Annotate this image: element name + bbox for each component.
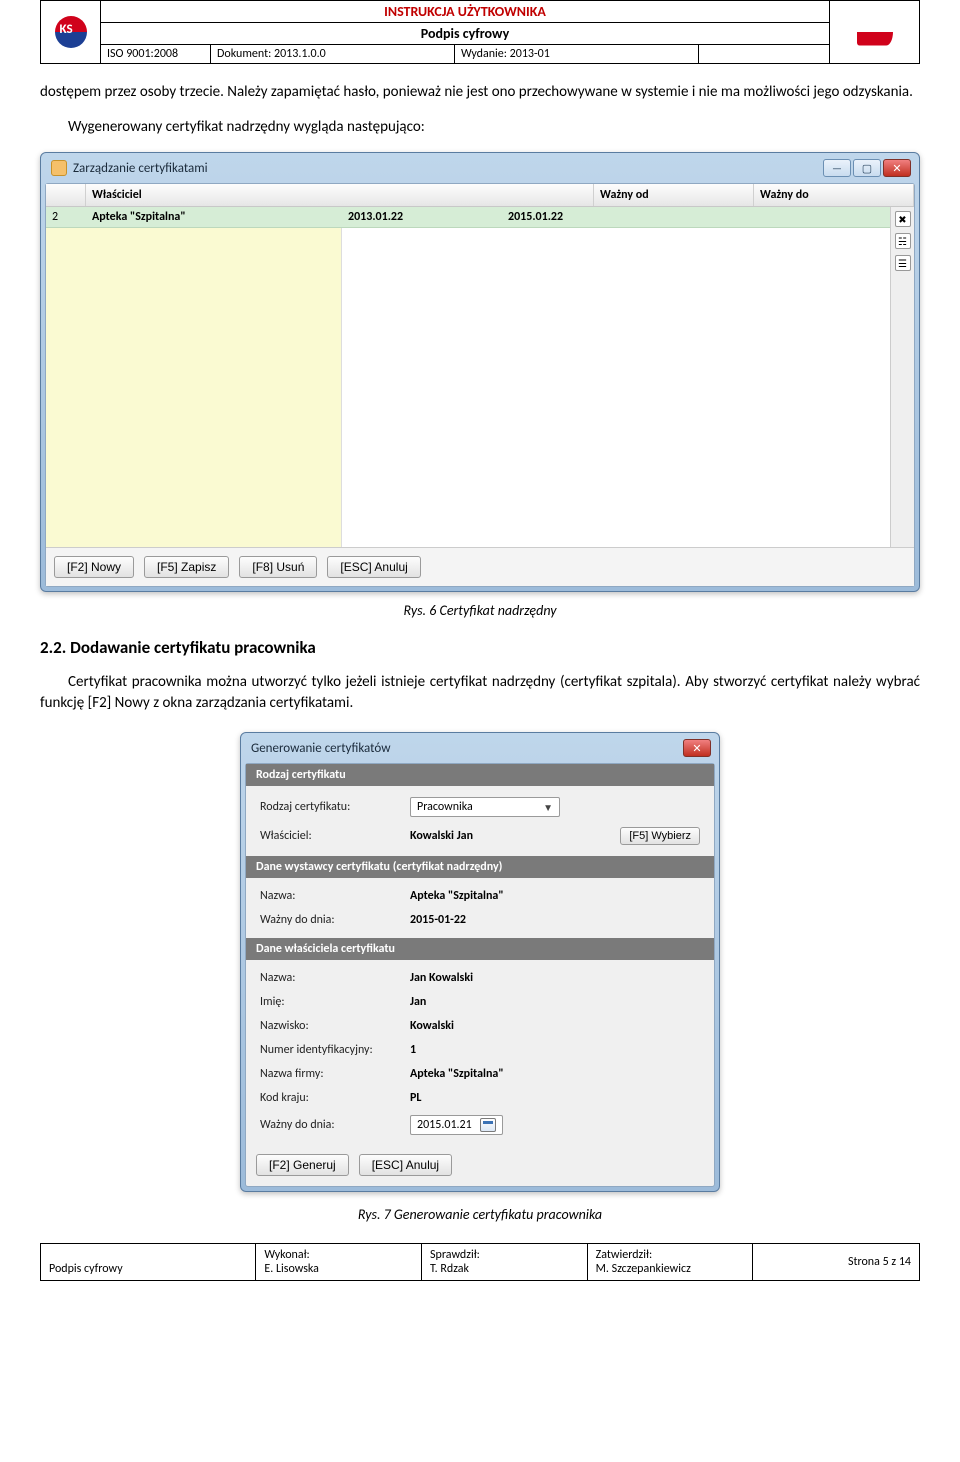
paragraph-1: dostępem przez osoby trzecie. Należy zap… <box>40 82 920 103</box>
footer-author: Wykonał: E. Lisowska <box>256 1244 422 1280</box>
cert-row[interactable]: 2 Apteka "Szpitalna" 2013.01.22 2015.01.… <box>46 207 890 228</box>
esc-cancel-button[interactable]: [ESC] Anuluj <box>327 556 420 578</box>
o-company-label: Nazwa firmy: <box>260 1067 410 1081</box>
o-name-value: Jan Kowalski <box>410 971 610 985</box>
section-owner-data: Dane właściciela certyfikatu <box>246 938 714 960</box>
footer-checked: Sprawdził: T. Rdzak <box>422 1244 588 1280</box>
cert-row-num: 2 <box>46 210 86 224</box>
section-issuer: Dane wystawcy certyfikatu (certyfikat na… <box>246 856 714 878</box>
issuer-name-label: Nazwa: <box>260 889 410 903</box>
o-first-label: Imię: <box>260 995 410 1009</box>
o-company-value: Apteka "Szpitalna" <box>410 1067 610 1081</box>
o-id-value: 1 <box>410 1043 610 1057</box>
paragraph-3: Certyfikat pracownika można utworzyć tyl… <box>40 672 920 714</box>
esc-cancel-dialog-button[interactable]: [ESC] Anuluj <box>359 1154 452 1176</box>
section-kind: Rodzaj certyfikatu <box>246 764 714 786</box>
o-valid-value: 2015.01.21 <box>417 1118 472 1132</box>
ks-logo-cell: KS <box>41 1 101 63</box>
owner-value: Kowalski Jan <box>410 829 610 843</box>
issuer-valid-value: 2015-01-22 <box>410 913 610 927</box>
col-valid-to: Ważny do <box>754 184 914 206</box>
doc-issue: Wydanie: 2013-01 <box>455 45 699 63</box>
chevron-down-icon: ▼ <box>543 801 553 814</box>
issuer-valid-label: Ważny do dnia: <box>260 913 410 927</box>
cert-row-owner: Apteka "Szpitalna" <box>86 210 342 224</box>
side-toolbar: ✖ ☵ ☰ <box>890 207 914 547</box>
paragraph-2: Wygenerowany certyfikat nadrzędny wygląd… <box>40 117 920 138</box>
ks-logo: KS <box>53 14 89 50</box>
tree-icon[interactable]: ☵ <box>895 233 911 249</box>
figure-6-caption: Rys. 6 Certyfikat nadrzędny <box>40 602 920 619</box>
dialog-close-button[interactable]: ✕ <box>683 739 711 757</box>
doc-header: KS INSTRUKCJA UŻYTKOWNIKA Podpis cyfrowy… <box>40 0 920 64</box>
section-2-2-heading: 2.2. Dodawanie certyfikatu pracownika <box>40 637 920 658</box>
poland-flag-icon <box>857 19 893 46</box>
doc-subtitle: Podpis cyfrowy <box>101 23 829 45</box>
cert-row-to: 2015.01.22 <box>502 210 662 224</box>
delete-icon[interactable]: ✖ <box>895 211 911 227</box>
col-valid-from: Ważny od <box>594 184 754 206</box>
o-country-value: PL <box>410 1091 610 1105</box>
kind-label: Rodzaj certyfikatu: <box>260 800 410 814</box>
minimize-button[interactable]: — <box>823 159 851 177</box>
f5-save-button[interactable]: [F5] Zapisz <box>144 556 229 578</box>
f5-pick-button[interactable]: [F5] Wybierz <box>620 827 700 845</box>
list-icon[interactable]: ☰ <box>895 255 911 271</box>
footer-approved: Zatwierdził: M. Szczepankiewicz <box>588 1244 754 1280</box>
gen-dialog-title: Generowanie certyfikatów <box>251 741 391 756</box>
dialog-button-row: [F2] Generuj [ESC] Anuluj <box>246 1146 714 1176</box>
doc-number: Dokument: 2013.1.0.0 <box>211 45 455 63</box>
maximize-button[interactable]: ▢ <box>853 159 881 177</box>
o-valid-label: Ważny do dnia: <box>260 1118 410 1132</box>
o-valid-date-field[interactable]: 2015.01.21 <box>410 1115 503 1135</box>
app-icon <box>51 160 67 176</box>
o-first-value: Jan <box>410 995 610 1009</box>
o-country-label: Kod kraju: <box>260 1091 410 1105</box>
issuer-name-value: Apteka "Szpitalna" <box>410 889 610 903</box>
f8-delete-button[interactable]: [F8] Usuń <box>239 556 317 578</box>
o-last-label: Nazwisko: <box>260 1019 410 1033</box>
cert-list[interactable]: 2 Apteka "Szpitalna" 2013.01.22 2015.01.… <box>46 207 890 547</box>
o-id-label: Numer identyfikacyjny: <box>260 1043 410 1057</box>
close-button[interactable]: ✕ <box>883 159 911 177</box>
cert-mgmt-window: Zarządzanie certyfikatami — ▢ ✕ Właścici… <box>40 152 920 592</box>
col-owner: Właściciel <box>86 184 594 206</box>
o-name-label: Nazwa: <box>260 971 410 985</box>
cert-table-header: Właściciel Ważny od Ważny do <box>46 184 914 207</box>
kind-value: Pracownika <box>417 800 473 814</box>
doc-iso: ISO 9001:2008 <box>101 45 211 63</box>
window-controls: — ▢ ✕ <box>823 159 911 177</box>
flag-cell <box>829 1 919 63</box>
cert-button-row: [F2] Nowy [F5] Zapisz [F8] Usuń [ESC] An… <box>46 547 914 586</box>
o-last-value: Kowalski <box>410 1019 610 1033</box>
doc-footer: Podpis cyfrowy Wykonał: E. Lisowska Spra… <box>40 1243 920 1281</box>
f2-generate-button[interactable]: [F2] Generuj <box>256 1154 349 1176</box>
f2-new-button[interactable]: [F2] Nowy <box>54 556 134 578</box>
kind-combo[interactable]: Pracownika ▼ <box>410 797 560 817</box>
doc-title: INSTRUKCJA UŻYTKOWNIKA <box>101 1 829 23</box>
figure-7-caption: Rys. 7 Generowanie certyfikatu pracownik… <box>40 1206 920 1223</box>
footer-left: Podpis cyfrowy <box>41 1244 256 1280</box>
ks-logo-text: KS <box>60 22 73 37</box>
cert-row-from: 2013.01.22 <box>342 210 502 224</box>
generate-cert-dialog: Generowanie certyfikatów ✕ Rodzaj certyf… <box>240 732 720 1192</box>
doc-info-row: ISO 9001:2008 Dokument: 2013.1.0.0 Wydan… <box>101 45 829 63</box>
footer-page: Strona 5 z 14 <box>753 1244 919 1280</box>
cert-window-title: Zarządzanie certyfikatami <box>73 161 208 176</box>
calendar-icon[interactable] <box>480 1118 496 1132</box>
owner-label: Właściciel: <box>260 829 410 843</box>
